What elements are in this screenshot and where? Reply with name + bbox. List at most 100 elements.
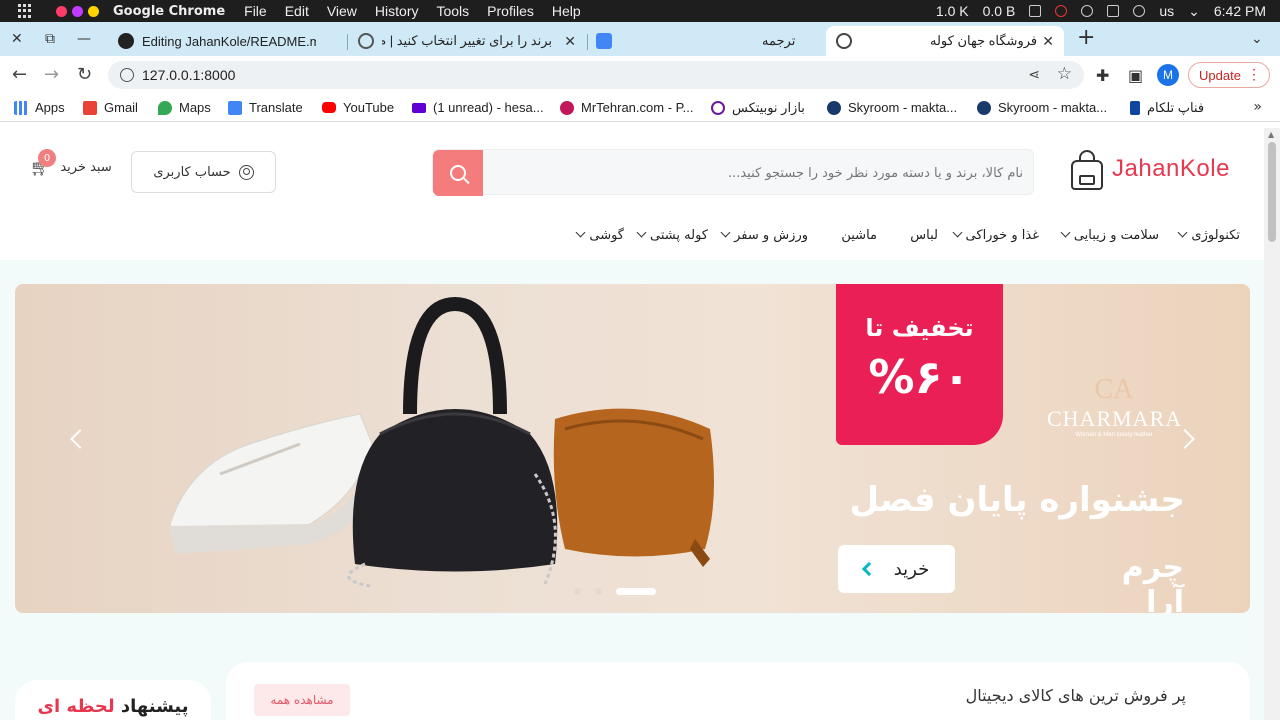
app-menu: File Edit View History Tools Profiles He… [235,3,590,19]
tab-github-readme[interactable]: Editing JahanKole/README.m [110,26,346,56]
search-input[interactable] [503,158,1023,188]
clipboard-icon[interactable] [1107,5,1120,17]
bookmark-fanap[interactable]: فناپ تلکام [1130,100,1204,116]
address-bar[interactable]: 127.0.0.1:8000 ⋖ ☆ [108,61,1084,89]
translate-icon [228,100,242,115]
nav-item-clothing[interactable]: لباس [910,228,938,243]
bookmark-translate[interactable]: Translate [228,100,303,115]
mail-icon [412,102,426,113]
close-tab-icon[interactable]: ✕ [564,33,576,50]
close-window-icon[interactable]: ✕ [11,31,23,47]
menu-help[interactable]: Help [543,3,590,19]
nav-item-health-beauty[interactable]: سلامت و زیبایی [1060,227,1159,243]
scrollbar-thumb[interactable] [1268,142,1276,242]
menu-history[interactable]: History [366,3,428,19]
nobitex-icon [711,101,725,115]
bookmark-star-icon[interactable]: ☆ [1057,64,1072,84]
tab-search-chevron-icon[interactable]: ⌄ [1251,31,1263,47]
fanap-icon [1130,101,1140,115]
bookmark-youtube[interactable]: YouTube [322,100,394,115]
maximize-dot[interactable] [88,5,99,17]
search-button[interactable] [433,150,483,196]
url-text[interactable]: 127.0.0.1:8000 [142,67,235,83]
tab-title: Editing JahanKole/README.m [142,33,316,49]
volume-icon[interactable] [1133,5,1146,17]
side-panel-icon[interactable]: ▣ [1128,66,1143,85]
keyboard-layout[interactable]: us [1159,3,1174,19]
bookmark-apps[interactable]: Apps [14,100,65,115]
scroll-up-icon[interactable]: ▲ [1268,130,1274,139]
slider-dot-2[interactable] [595,588,602,595]
nav-item-sport-travel[interactable]: ورزش و سفر [720,227,808,243]
nav-item-food[interactable]: غذا و خوراکی [952,227,1039,243]
gear-icon[interactable] [1055,5,1068,17]
buy-button[interactable]: خرید [838,545,955,593]
close-dot[interactable] [56,5,67,17]
site-info-icon[interactable] [120,68,134,82]
telegram-icon[interactable] [1081,5,1094,17]
slider-prev-icon[interactable] [70,429,90,449]
bookmark-nobitex[interactable]: بازار نوبیتکس [711,100,805,116]
close-tab-icon[interactable]: ✕ [1042,33,1054,50]
alert-icon[interactable] [1029,5,1042,17]
bookmark-mrtehran[interactable]: MrTehran.com - P... [560,100,693,115]
backpack-icon [1068,148,1106,190]
minimize-window-icon[interactable]: — [77,31,91,47]
bookmark-skyroom-2[interactable]: Skyroom - makta... [977,100,1107,115]
hero-banner[interactable]: تخفیف تا %۶۰ CA CHARMARA Woman & Men lux… [15,284,1250,613]
page-scrollbar[interactable]: ▲ [1264,128,1280,720]
bookmark-maps[interactable]: Maps [158,100,211,115]
chevron-down-icon [952,227,962,238]
menu-edit[interactable]: Edit [276,3,318,19]
back-icon[interactable]: ← [12,64,27,85]
view-all-button[interactable]: مشاهده همه [254,684,350,716]
bookmark-gmail[interactable]: Gmail [83,100,138,115]
chevron-down-icon [720,227,731,238]
extensions-icon[interactable]: ✚ [1096,66,1109,85]
slider-dot-1[interactable] [574,588,581,595]
nav-item-backpack[interactable]: کوله پشتی [636,227,708,243]
share-icon[interactable]: ⋖ [1028,67,1040,83]
tab-brand-select[interactable]: برند را برای تغییر انتخاب کنید | م ✕ [350,26,586,56]
nav-item-technology[interactable]: تکنولوژی [1177,227,1240,243]
cart-count-badge: 0 [38,149,56,167]
reload-icon[interactable]: ↻ [77,64,92,85]
bookmark-skyroom-1[interactable]: Skyroom - makta... [827,100,957,115]
user-icon [238,164,254,180]
tab-translate[interactable]: ترجمه [590,26,820,56]
more-bookmarks-icon[interactable]: » [1253,99,1262,115]
account-label: حساب کاربری [153,164,231,180]
update-label: Update [1199,67,1241,83]
nav-item-car[interactable]: ماشین [841,228,877,243]
chevron-down-icon [636,227,647,238]
brand-persian-name: چرم آرا [1121,550,1184,613]
nav-item-phone[interactable]: گوشی [575,227,624,243]
menu-view[interactable]: View [318,3,366,19]
profile-avatar[interactable]: M [1157,64,1179,86]
menu-tools[interactable]: Tools [427,3,478,19]
skyroom-icon [827,100,841,115]
new-tab-icon[interactable]: + [1077,25,1095,50]
slider-dot-3-active[interactable] [616,588,656,595]
cart-label: سبد خرید [60,160,112,175]
minimize-dot[interactable] [72,5,83,17]
tab-jahankole-store[interactable]: فروشگاه جهان کوله ✕ [826,26,1064,56]
restore-window-icon[interactable]: ⧉ [45,31,55,47]
chevron-down-icon [575,227,586,238]
chevron-down-icon[interactable]: ⌄ [1188,3,1200,20]
site-logo[interactable]: JahanKole [1068,148,1230,190]
menu-profiles[interactable]: Profiles [478,3,543,19]
app-grid-icon[interactable] [18,4,32,18]
slider-dots [574,588,656,595]
update-button[interactable]: Update ⋮ [1188,62,1270,88]
clock[interactable]: 6:42 PM [1214,3,1266,19]
menu-file[interactable]: File [235,3,276,19]
chevron-left-icon [861,561,876,577]
cart-button[interactable]: 🛒︎ 0 سبد خرید [30,149,112,177]
github-icon [118,33,134,49]
globe-icon [358,33,374,49]
forward-icon[interactable]: → [44,64,59,85]
tab-title: برند را برای تغییر انتخاب کنید | م [382,33,552,48]
bookmark-yahoo-mail[interactable]: (1 unread) - hesa... [412,100,544,115]
account-button[interactable]: حساب کاربری [131,151,276,193]
